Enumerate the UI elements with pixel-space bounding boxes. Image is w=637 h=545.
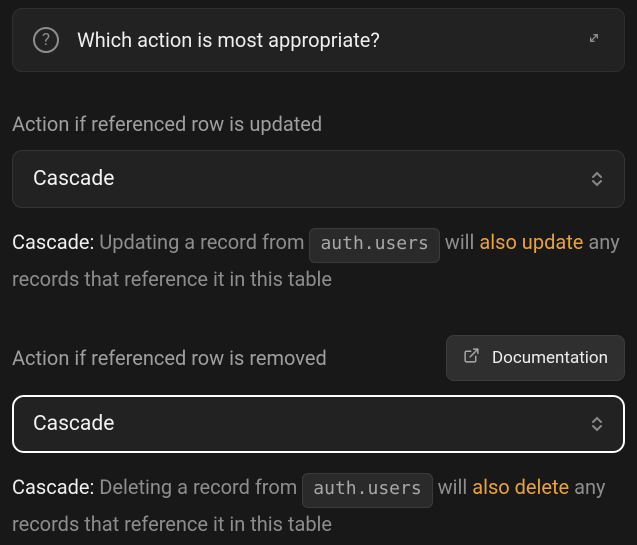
- remove-action-select[interactable]: Cascade: [12, 395, 625, 453]
- documentation-button[interactable]: Documentation: [446, 335, 625, 381]
- info-question-text: Which action is most appropriate?: [77, 28, 380, 52]
- remove-action-description: Cascade: Deleting a record from auth.use…: [12, 471, 625, 540]
- chevron-up-down-icon: [590, 171, 604, 187]
- expand-icon[interactable]: [586, 30, 602, 50]
- chevron-up-down-icon: [590, 416, 604, 432]
- update-action-value: Cascade: [33, 167, 114, 191]
- remove-action-value: Cascade: [33, 412, 114, 436]
- desc-text: Deleting a record from: [94, 475, 302, 499]
- desc-highlight: also update: [479, 230, 583, 254]
- question-mark-icon: ?: [33, 27, 59, 53]
- remove-action-section: Action if referenced row is removed Docu…: [12, 335, 625, 540]
- code-chip: auth.users: [302, 473, 432, 508]
- documentation-label: Documentation: [492, 348, 608, 368]
- remove-action-label: Action if referenced row is removed: [12, 346, 327, 370]
- external-link-icon: [463, 347, 480, 369]
- desc-text: will: [440, 230, 480, 254]
- info-panel[interactable]: ? Which action is most appropriate?: [12, 8, 625, 72]
- code-chip: auth.users: [309, 228, 439, 263]
- update-action-description: Cascade: Updating a record from auth.use…: [12, 226, 625, 295]
- desc-prefix: Cascade:: [12, 230, 94, 254]
- update-action-section: Action if referenced row is updated Casc…: [12, 112, 625, 295]
- desc-text: Updating a record from: [94, 230, 309, 254]
- desc-highlight: also delete: [472, 475, 569, 499]
- desc-prefix: Cascade:: [12, 475, 94, 499]
- update-action-label: Action if referenced row is updated: [12, 112, 322, 136]
- desc-text: will: [433, 475, 473, 499]
- update-action-select[interactable]: Cascade: [12, 150, 625, 208]
